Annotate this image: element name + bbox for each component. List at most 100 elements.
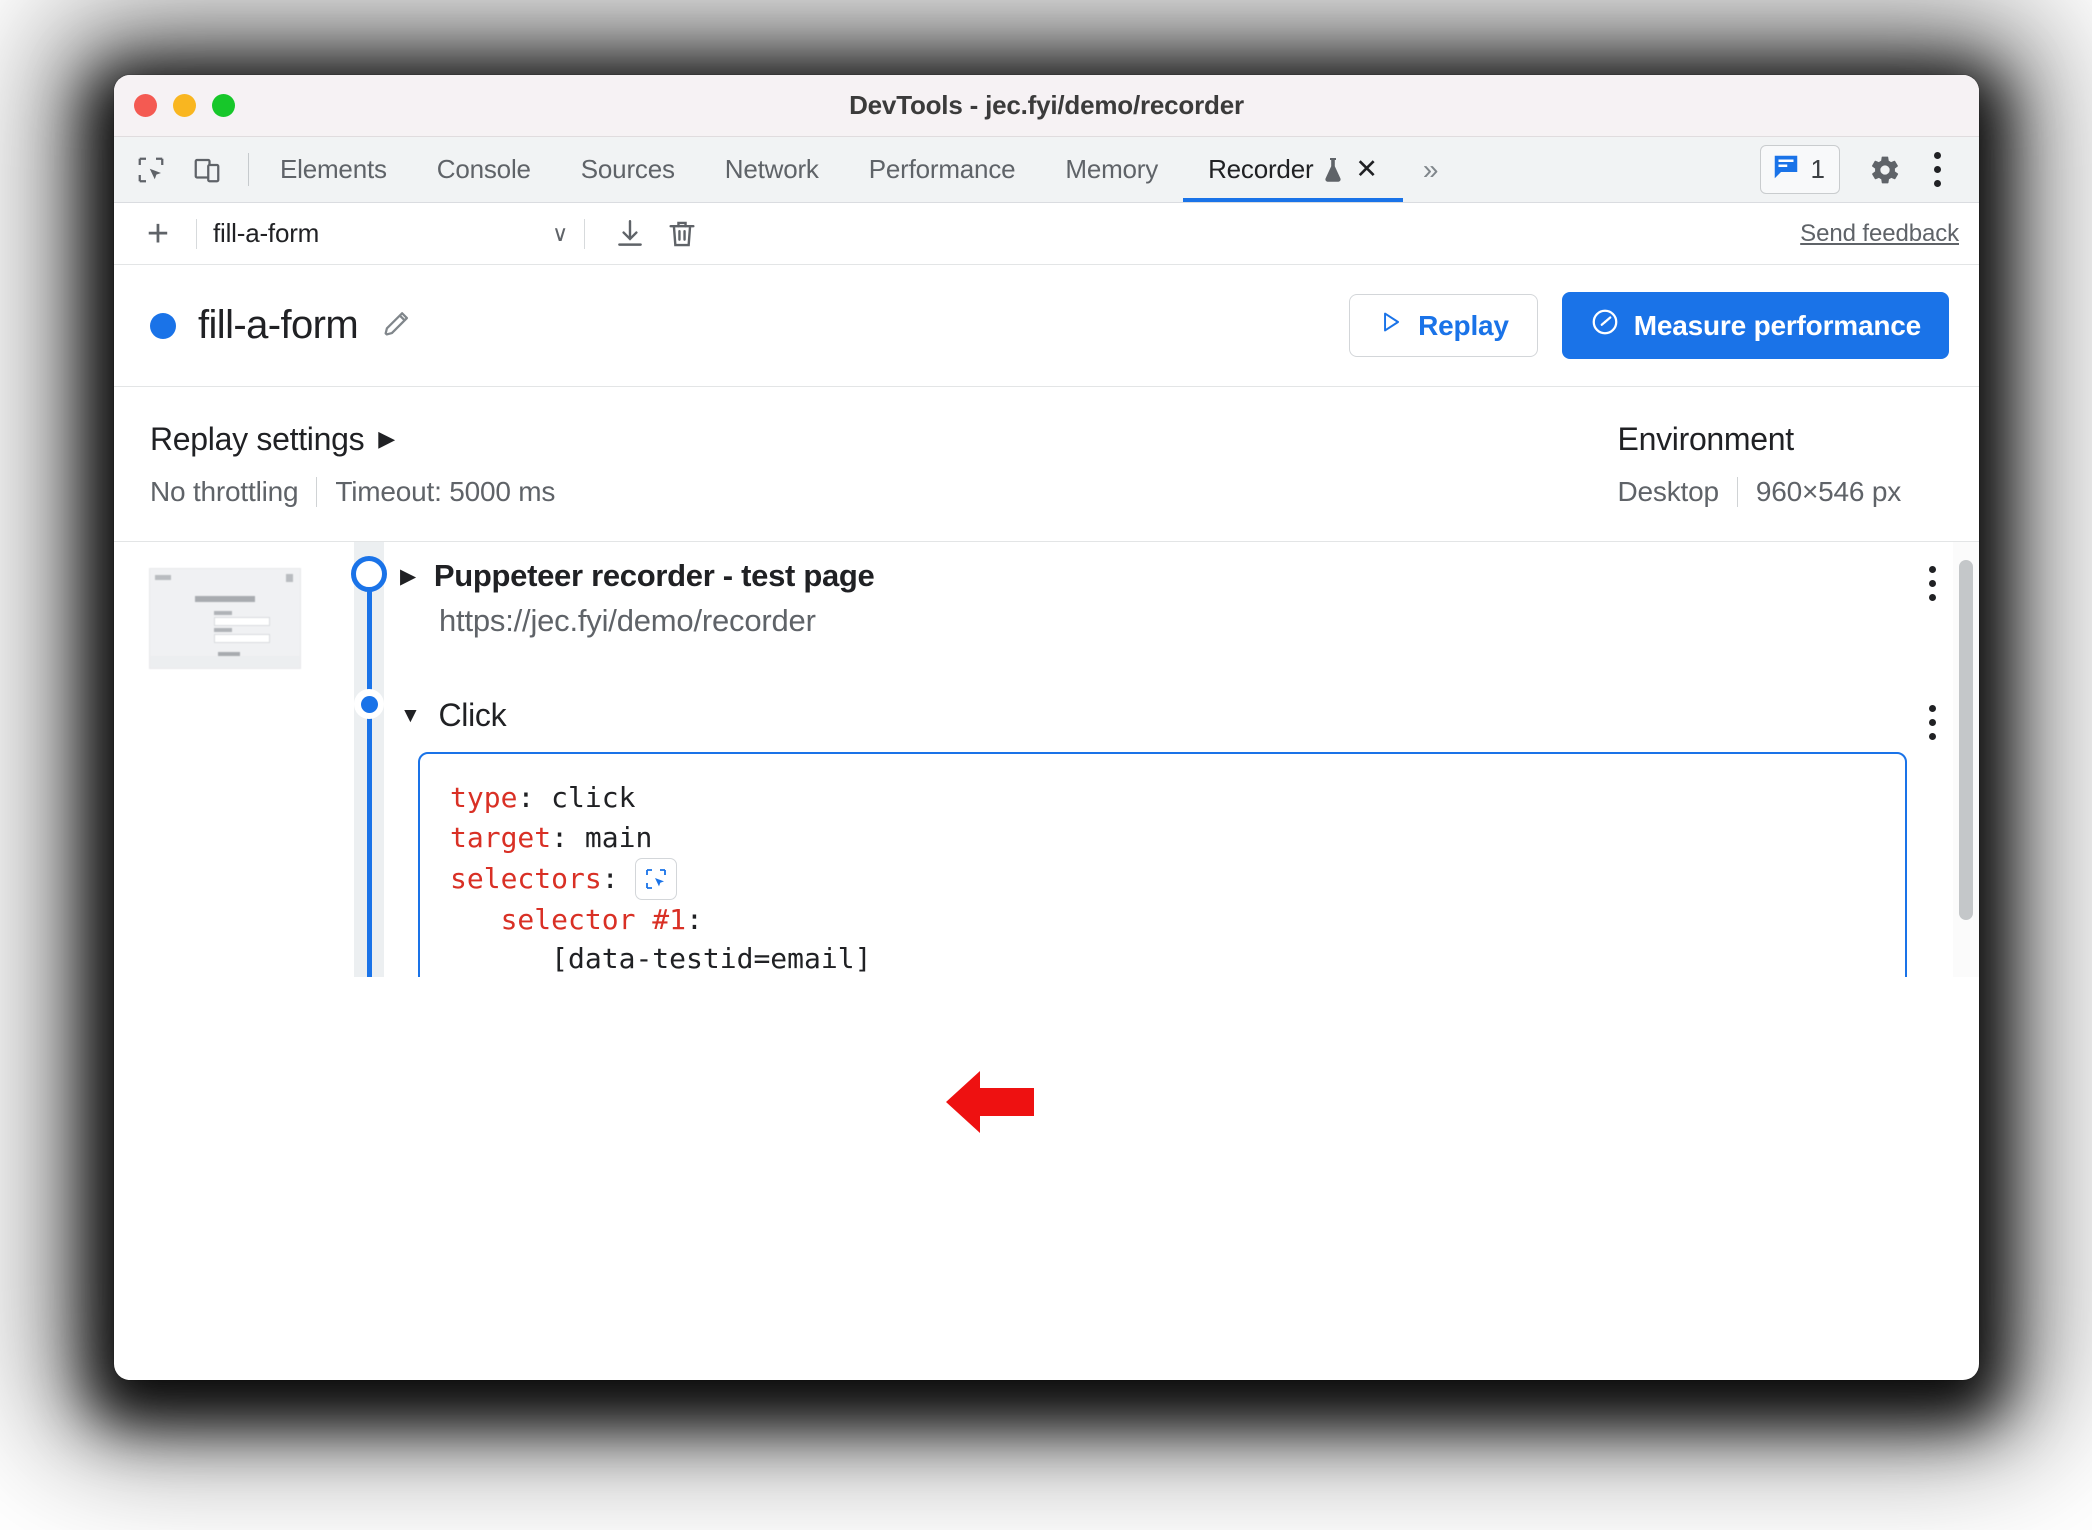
add-recording-button[interactable]: + (136, 212, 180, 256)
steps-area: ▶ Puppeteer recorder - test page https:/… (114, 542, 1979, 977)
tab-console-label: Console (436, 154, 531, 184)
code-key-selector-1: selector #1 (500, 902, 687, 936)
edit-recording-name-button[interactable] (380, 309, 414, 343)
screenshot-stage: DevTools - jec.fyi/demo/recorder Element… (0, 0, 2092, 1530)
chevron-down-icon: ▼ (400, 703, 421, 727)
play-triangle-icon (1378, 309, 1404, 342)
step-navigate-header[interactable]: ▶ Puppeteer recorder - test page (400, 558, 1907, 594)
gear-icon[interactable] (1861, 146, 1909, 194)
step-click-menu-button[interactable] (1907, 697, 1957, 747)
experiment-flask-icon (1321, 156, 1345, 184)
code-key-target: target (450, 820, 552, 854)
environment-title: Environment (1617, 420, 1795, 457)
delete-recording-button[interactable] (659, 211, 705, 257)
recording-status-dot (150, 312, 176, 339)
select-element-picker-button[interactable] (634, 857, 677, 900)
measure-performance-button[interactable]: Measure performance (1561, 292, 1949, 359)
kebab-menu-icon (1933, 152, 1941, 187)
timeline-line (367, 568, 372, 977)
step-click-header[interactable]: ▼ Click (400, 697, 1907, 734)
timeline-step-node[interactable] (354, 689, 384, 719)
steps-list: ▶ Puppeteer recorder - test page https:/… (400, 542, 1979, 977)
code-line-selectors: selectors: (450, 857, 1875, 900)
device-value: Desktop (1617, 475, 1720, 507)
devtools-main-menu-icon[interactable] (1913, 146, 1961, 194)
tab-network[interactable]: Network (700, 137, 844, 202)
send-feedback-link[interactable]: Send feedback (1800, 220, 1959, 248)
issues-message-icon (1771, 152, 1801, 187)
recorder-toolbar: + fill-a-form ∨ Send feedback (114, 203, 1979, 265)
code-key-selectors: selectors (450, 861, 602, 895)
toolbar-divider (248, 153, 249, 186)
replay-button-label: Replay (1418, 309, 1509, 341)
issues-button[interactable]: 1 (1759, 145, 1840, 194)
steps-scrollbar-thumb[interactable] (1959, 560, 1973, 920)
code-value-target: main (584, 820, 653, 854)
tab-sources-label: Sources (580, 154, 675, 184)
step-navigate-title: Puppeteer recorder - test page (433, 558, 875, 593)
issues-count: 1 (1810, 154, 1825, 184)
replay-settings-summary: No throttling Timeout: 5000 ms (150, 476, 555, 508)
chevron-right-icon: ▶ (378, 426, 395, 451)
measure-performance-label: Measure performance (1633, 309, 1921, 341)
window-titlebar: DevTools - jec.fyi/demo/recorder (114, 75, 1979, 137)
annotation-arrow-icon (946, 1071, 1034, 1133)
tab-performance-label: Performance (868, 154, 1016, 184)
environment-column: Environment Desktop 960×546 px (1618, 421, 1949, 508)
tab-elements[interactable]: Elements (255, 137, 412, 202)
code-value-type: click (551, 781, 636, 814)
tab-console[interactable]: Console (412, 137, 556, 202)
step-click-content: ▼ Click type: click target: main selecto… (400, 697, 1907, 977)
step-navigate[interactable]: ▶ Puppeteer recorder - test page https:/… (400, 542, 1957, 639)
settings-band: Replay settings ▶ No throttling Timeout:… (114, 387, 1979, 542)
close-recorder-tab-icon[interactable]: ✕ (1355, 156, 1378, 183)
replay-settings-label: Replay settings (150, 420, 365, 457)
timeline-start-node[interactable] (351, 556, 387, 592)
code-line-target: target: main (450, 818, 1875, 858)
recorder-toolbar-divider (196, 218, 197, 249)
code-line-selector-1-value: [data-testid=email] (450, 939, 1875, 977)
tab-elements-label: Elements (280, 154, 387, 184)
chevron-down-icon: ∨ (552, 220, 568, 246)
steps-scrollbar[interactable] (1953, 542, 1979, 977)
tab-recorder-label: Recorder (1208, 154, 1314, 184)
recording-header-actions: Replay Measure performance (1349, 292, 1949, 359)
recording-header: fill-a-form Replay Measure performance (114, 265, 1979, 387)
devtools-window: DevTools - jec.fyi/demo/recorder Element… (114, 75, 1979, 1380)
summary-divider (316, 476, 318, 507)
window-title: DevTools - jec.fyi/demo/recorder (849, 90, 1244, 120)
kebab-menu-icon (1928, 704, 1936, 740)
environment-divider (1736, 476, 1738, 507)
page-screenshot-thumbnail (149, 568, 301, 669)
step-click-details-card: type: click target: main selectors: sele… (418, 752, 1907, 977)
screenshot-thumbnail-column (114, 542, 336, 977)
tab-recorder[interactable]: Recorder ✕ (1183, 137, 1403, 202)
environment-summary: Desktop 960×546 px (1618, 476, 1901, 508)
step-click-title: Click (438, 697, 507, 733)
devtools-tabs: Elements Console Sources Network Perform… (255, 137, 1403, 202)
inspect-element-icon[interactable] (130, 149, 172, 191)
recording-select[interactable]: fill-a-form ∨ (213, 218, 568, 249)
kebab-menu-icon (1928, 565, 1936, 601)
tab-network-label: Network (724, 154, 819, 184)
replay-settings-toggle[interactable]: Replay settings ▶ (150, 421, 555, 458)
device-toolbar-icon[interactable] (186, 149, 228, 191)
devtools-tabstrip: Elements Console Sources Network Perform… (114, 137, 1979, 203)
devtools-tool-icons (130, 137, 242, 202)
code-key-type: type (450, 781, 518, 814)
tab-performance[interactable]: Performance (844, 137, 1041, 202)
performance-gauge-icon (1590, 307, 1620, 344)
step-click[interactable]: ▼ Click type: click target: main selecto… (400, 639, 1957, 977)
tab-memory[interactable]: Memory (1040, 137, 1183, 202)
export-recording-button[interactable] (607, 211, 653, 257)
replay-button[interactable]: Replay (1349, 294, 1538, 357)
step-navigate-url: https://jec.fyi/demo/recorder (439, 603, 816, 638)
tab-sources[interactable]: Sources (556, 137, 700, 202)
recorder-toolbar-divider-2 (584, 218, 585, 249)
tabstrip-right-actions: 1 (1759, 137, 1979, 202)
step-navigate-content: ▶ Puppeteer recorder - test page https:/… (400, 558, 1907, 639)
more-tabs-icon[interactable]: » (1403, 137, 1459, 202)
recording-name: fill-a-form (198, 303, 359, 347)
step-navigate-menu-button[interactable] (1907, 558, 1957, 608)
code-line-selector-1: selector #1: (450, 900, 1875, 940)
